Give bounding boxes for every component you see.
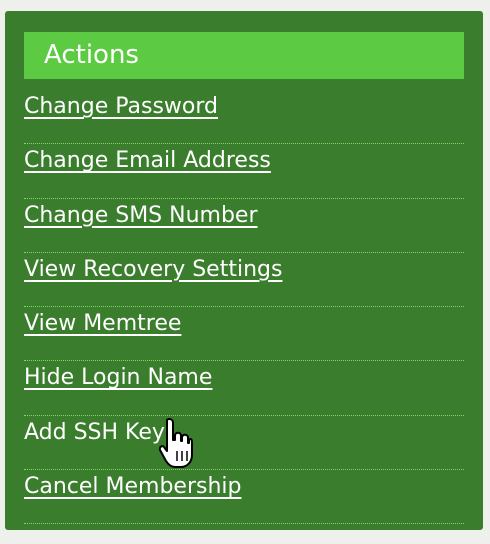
hide-login-name-link[interactable]: Hide Login Name — [24, 363, 212, 393]
list-item: Change Password — [24, 90, 464, 145]
list-item: Change Email Address — [24, 144, 464, 199]
actions-menu: Change Password Change Email Address Cha… — [24, 90, 464, 525]
change-sms-number-link[interactable]: Change SMS Number — [24, 201, 258, 231]
list-item: Add SSH Key — [24, 416, 464, 471]
list-item: Cancel Membership — [24, 470, 464, 525]
list-item: Hide Login Name — [24, 361, 464, 416]
cancel-membership-link[interactable]: Cancel Membership — [24, 472, 242, 502]
actions-panel: Actions Change Password Change Email Add… — [5, 11, 483, 530]
change-password-link[interactable]: Change Password — [24, 92, 218, 122]
list-item: View Memtree — [24, 307, 464, 362]
list-item: View Recovery Settings — [24, 253, 464, 308]
change-email-address-link[interactable]: Change Email Address — [24, 146, 271, 176]
add-ssh-key-link[interactable]: Add SSH Key — [24, 418, 165, 448]
view-recovery-settings-link[interactable]: View Recovery Settings — [24, 255, 282, 285]
view-memtree-link[interactable]: View Memtree — [24, 309, 181, 339]
panel-title: Actions — [24, 32, 464, 79]
list-item: Change SMS Number — [24, 199, 464, 253]
